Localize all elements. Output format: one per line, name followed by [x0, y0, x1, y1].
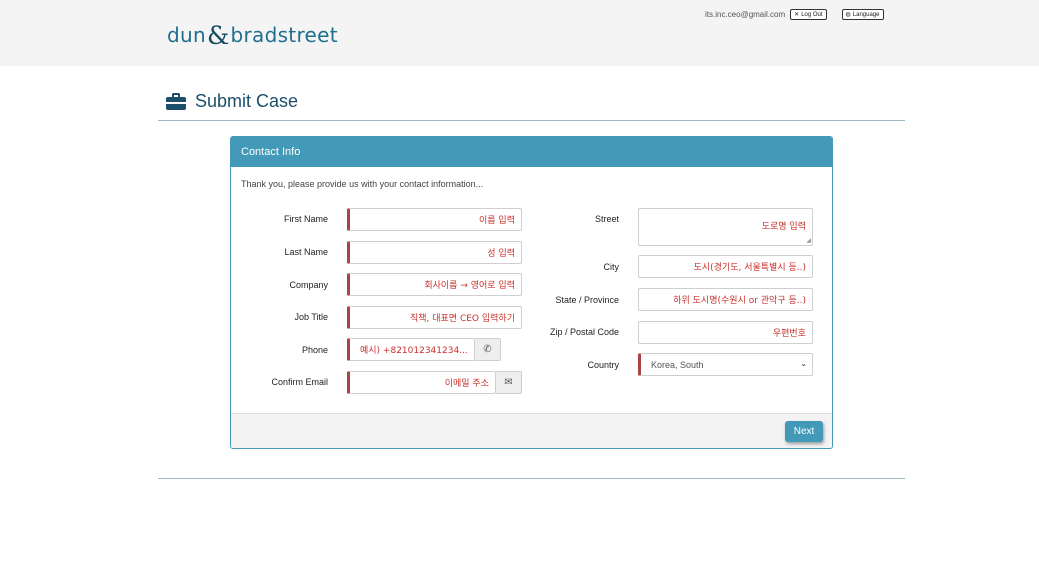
- contact-info-panel: Contact Info Thank you, please provide u…: [230, 136, 833, 449]
- country-label: Country: [587, 360, 619, 370]
- logout-label: Log Out: [801, 11, 823, 18]
- logo[interactable]: dun&bradstreet: [167, 19, 338, 50]
- street-textarea[interactable]: 도로명 입력 ◢: [638, 208, 813, 246]
- first-name-label: First Name: [283, 214, 328, 224]
- street-label: Street: [594, 214, 619, 224]
- confirm-email-label: Confirm Email: [271, 377, 328, 387]
- confirm-email-input[interactable]: 이메일 주소: [347, 371, 496, 394]
- logo-text-dun: dun: [167, 23, 206, 47]
- zip-label: Zip / Postal Code: [549, 327, 619, 337]
- state-province-label: State / Province: [555, 295, 619, 305]
- panel-title: Contact Info: [231, 137, 832, 167]
- globe-icon: ◍: [845, 12, 851, 18]
- divider-top: [158, 120, 905, 121]
- phone-icon: ✆: [475, 338, 501, 361]
- panel-footer: Next: [231, 413, 832, 448]
- logo-text-bradstreet: bradstreet: [230, 23, 338, 47]
- logo-ampersand: &: [206, 21, 230, 50]
- divider-bottom: [158, 478, 905, 479]
- panel-intro: Thank you, please provide us with your c…: [241, 179, 484, 189]
- resize-handle-icon[interactable]: ◢: [806, 237, 811, 244]
- phone-input[interactable]: 예시) +821012341234...: [347, 338, 475, 361]
- language-button[interactable]: ◍ Language: [841, 9, 884, 20]
- job-title-label: Job Title: [294, 312, 328, 322]
- city-label: City: [603, 262, 620, 272]
- language-label: Language: [852, 11, 880, 18]
- envelope-icon: ✉: [496, 371, 522, 394]
- close-icon: ✕: [794, 12, 800, 18]
- briefcase-icon: [166, 93, 186, 110]
- last-name-label: Last Name: [284, 247, 328, 257]
- user-area: its.inc.ceo@gmail.com ✕ Log Out ◍ Langua…: [705, 9, 884, 20]
- next-button[interactable]: Next: [785, 421, 823, 442]
- job-title-input[interactable]: 직책, 대표면 CEO 입력하기: [347, 306, 522, 329]
- last-name-input[interactable]: 성 입력: [347, 241, 522, 264]
- state-province-input[interactable]: 하위 도시명(수원시 or 관악구 등..): [638, 288, 813, 311]
- top-bar: dun&bradstreet its.inc.ceo@gmail.com ✕ L…: [0, 0, 1039, 66]
- first-name-input[interactable]: 이름 입력: [347, 208, 522, 231]
- phone-label: Phone: [301, 345, 328, 355]
- page-heading: Submit Case: [166, 91, 298, 112]
- country-value: Korea, South: [651, 359, 704, 370]
- user-email: its.inc.ceo@gmail.com: [705, 10, 786, 19]
- company-input[interactable]: 회사이름 → 영어로 입력: [347, 273, 522, 296]
- page-title: Submit Case: [195, 91, 299, 111]
- zip-input[interactable]: 우편번호: [638, 321, 813, 344]
- chevron-down-icon: ⌄: [800, 359, 807, 368]
- company-label: Company: [289, 280, 328, 290]
- logout-button[interactable]: ✕ Log Out: [790, 9, 827, 20]
- city-input[interactable]: 도시(경기도, 서울특별시 등..): [638, 255, 813, 278]
- street-value: 도로명 입력: [761, 222, 806, 232]
- country-select[interactable]: Korea, South ⌄: [638, 353, 813, 376]
